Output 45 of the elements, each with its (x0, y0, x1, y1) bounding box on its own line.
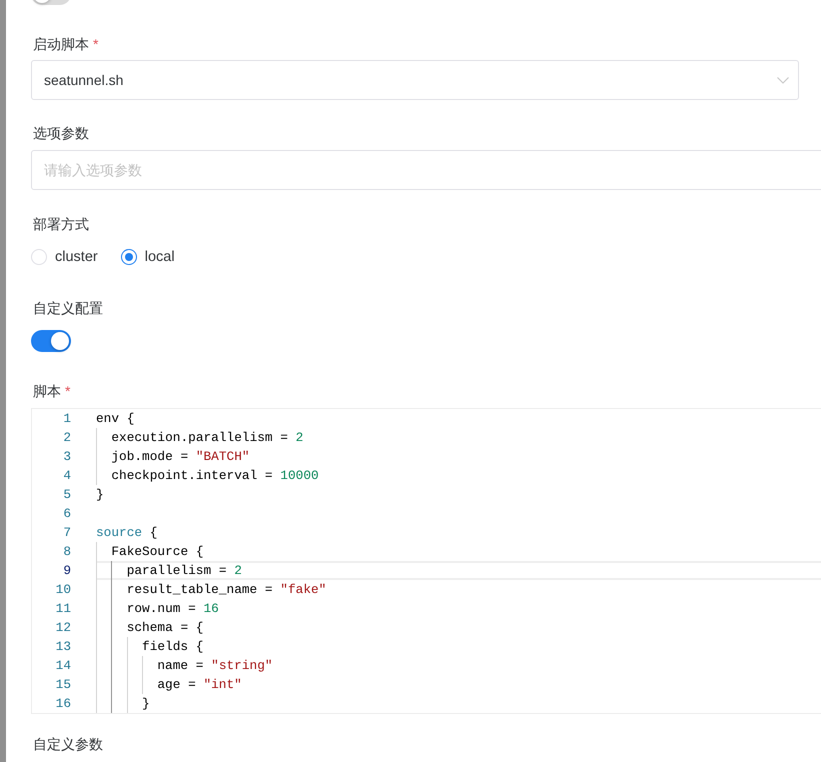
code-line: execution.parallelism = 2 (111, 429, 304, 447)
line-number: 12 (54, 619, 71, 637)
code-line: job.mode = "BATCH" (111, 448, 250, 466)
line-number: 11 (54, 600, 71, 618)
chevron-down-icon (777, 76, 789, 84)
line-number: 1 (62, 410, 71, 428)
line-number: 7 (62, 524, 71, 542)
code-line: env { (96, 410, 134, 428)
field-label: 脚本 (33, 382, 61, 401)
code-line: parallelism = 2 (126, 562, 242, 580)
field-label: 自定义参数 (33, 735, 103, 754)
code-line: } (96, 486, 104, 504)
input-field[interactable]: 请输入选项参数 (31, 150, 821, 190)
code-line: result_table_name = "fake" (126, 581, 326, 599)
code-line: FakeSource { (111, 543, 204, 561)
code-line: row.num = 16 (126, 600, 219, 618)
line-number: 13 (54, 638, 71, 656)
code-line: source { (96, 524, 158, 542)
field-label: 部署方式 (33, 215, 89, 234)
radio-option[interactable]: local (120, 246, 175, 268)
code-line: fields { (142, 638, 204, 656)
required-mark: * (93, 35, 98, 54)
line-number: 10 (54, 581, 71, 599)
radio-option[interactable]: cluster (31, 246, 98, 268)
line-number: 2 (62, 429, 71, 447)
required-mark: * (65, 382, 70, 401)
code-line: schema = { (126, 619, 204, 637)
field-label: 自定义配置 (33, 299, 103, 318)
field-label: 启动脚本 (33, 35, 89, 54)
select-field[interactable]: seatunnel.sh (31, 60, 799, 100)
line-number: 8 (62, 543, 71, 561)
line-number: 14 (54, 657, 71, 675)
line-number: 3 (62, 448, 71, 466)
line-number: 5 (62, 486, 71, 504)
line-number: 6 (62, 505, 71, 523)
code-line: } (142, 695, 150, 713)
line-number: 4 (62, 467, 71, 485)
line-number: 9 (62, 562, 71, 580)
code-line: age = "int" (157, 676, 242, 694)
code-line: name = "string" (157, 657, 273, 675)
line-number: 15 (54, 676, 71, 694)
code-line: checkpoint.interval = 10000 (111, 467, 319, 485)
toggle-switch[interactable] (31, 330, 71, 352)
field-label: 选项参数 (33, 124, 89, 143)
line-number: 16 (54, 695, 71, 713)
